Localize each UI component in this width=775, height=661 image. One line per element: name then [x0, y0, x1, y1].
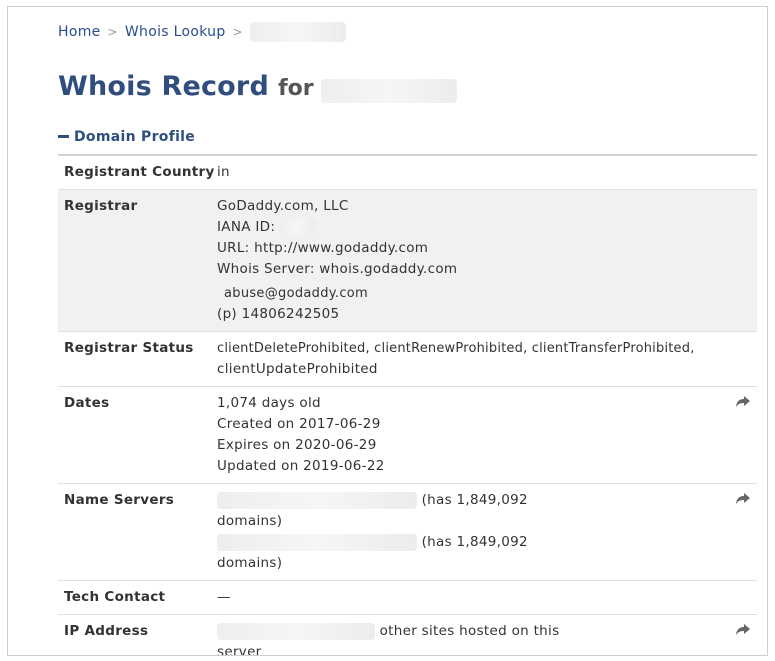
name-server-1: (has 1,849,092 [217, 490, 727, 511]
dates-created: Created on 2017-06-29 [217, 416, 381, 432]
registrar-status-line2: clientUpdateProhibited [217, 361, 378, 377]
dates-updated: Updated on 2019-06-22 [217, 458, 385, 474]
share-arrow-icon[interactable] [735, 490, 751, 506]
redacted-nameserver [217, 533, 417, 551]
registrar-iana: IANA ID: [217, 219, 276, 235]
redacted-domain [320, 78, 457, 103]
registrar-whois-server: Whois Server: whois.godaddy.com [217, 261, 458, 277]
dates-age: 1,074 days old [217, 395, 321, 411]
redacted-domain [249, 22, 346, 42]
table-row-registrar: Registrar GoDaddy.com, LLC IANA ID: URL:… [58, 190, 757, 332]
page-title-for: for [278, 76, 314, 101]
table-row-ip-address: IP Address other sites hosted on this se… [58, 615, 757, 656]
ns2-tail: domains) [217, 555, 283, 571]
domain-profile-table: Registrant Country in Registrar GoDaddy.… [58, 154, 757, 656]
redacted-nameserver [217, 491, 417, 509]
row-value: — [217, 581, 757, 614]
breadcrumb-home[interactable]: Home [58, 24, 101, 40]
table-row-name-servers: Name Servers (has 1,849,092 domains) (ha… [58, 484, 757, 581]
redacted-ip [217, 622, 375, 640]
breadcrumb: Home > Whois Lookup > [58, 22, 346, 42]
whois-page: Home > Whois Lookup > Whois Record for Doma… [7, 6, 768, 656]
ns1-tail: domains) [217, 513, 283, 529]
row-label: Registrar Status [64, 340, 194, 356]
table-row-dates: Dates 1,074 days old Created on 2017-06-… [58, 387, 757, 484]
registrar-url: URL: http://www.godaddy.com [217, 240, 429, 256]
registrar-status-line1: clientDeleteProhibited, clientRenewProhi… [217, 341, 695, 356]
ns1-count: (has 1,849,092 [421, 492, 528, 508]
registrar-iana-line: IANA ID: [217, 217, 727, 238]
name-server-2: (has 1,849,092 [217, 532, 727, 553]
row-value: clientDeleteProhibited, clientRenewProhi… [217, 332, 757, 386]
row-label: Name Servers [64, 492, 175, 508]
row-value: 1,074 days old Created on 2017-06-29 Exp… [217, 387, 757, 483]
share-arrow-icon[interactable] [735, 621, 751, 637]
redacted-iana [279, 218, 316, 236]
section-title: Domain Profile [74, 129, 196, 145]
ip-other-sites: other sites hosted on this [379, 623, 560, 639]
registrar-phone: 14806242505 [241, 306, 340, 322]
breadcrumb-separator: > [232, 25, 243, 39]
page-title-main: Whois Record [58, 71, 269, 102]
registrar-name: GoDaddy.com, LLC [217, 198, 349, 214]
row-label: Dates [64, 395, 110, 411]
table-row-tech-contact: Tech Contact — [58, 581, 757, 615]
registrar-email: abuse@godaddy.com [224, 286, 368, 301]
ip-address-line: other sites hosted on this [217, 621, 727, 642]
ns2-count: (has 1,849,092 [421, 534, 528, 550]
breadcrumb-whois-lookup[interactable]: Whois Lookup [125, 24, 226, 40]
share-arrow-icon[interactable] [735, 393, 751, 409]
breadcrumb-separator: > [107, 25, 118, 39]
tech-contact-value: — [217, 589, 231, 605]
row-value: in [217, 156, 757, 189]
row-label: Tech Contact [64, 589, 166, 605]
phone-prefix: (p) [217, 306, 238, 322]
row-value: (has 1,849,092 domains) (has 1,849,092 d… [217, 484, 757, 580]
table-row-registrant-country: Registrant Country in [58, 156, 757, 190]
registrant-country-value: in [217, 164, 230, 180]
domain-profile-toggle[interactable]: Domain Profile [58, 129, 195, 145]
row-value: GoDaddy.com, LLC IANA ID: URL: http://ww… [217, 190, 757, 331]
page-title: Whois Record for [58, 71, 457, 103]
row-label: Registrant Country [64, 164, 215, 180]
registrar-phone-line: (p) 14806242505 [217, 304, 727, 325]
row-value: other sites hosted on this server [217, 615, 757, 656]
row-label: Registrar [64, 198, 138, 214]
dates-expires: Expires on 2020-06-29 [217, 437, 377, 453]
minus-icon [58, 134, 69, 138]
ip-tail: server [217, 644, 262, 656]
row-label: IP Address [64, 623, 149, 639]
table-row-registrar-status: Registrar Status clientDeleteProhibited,… [58, 332, 757, 387]
